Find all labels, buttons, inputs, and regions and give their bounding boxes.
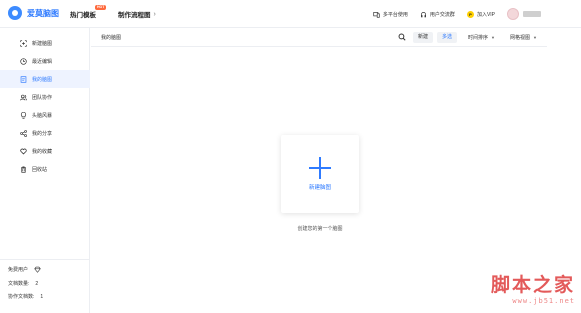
sidebar-item-label: 我的收藏	[32, 148, 53, 155]
document-icon	[20, 75, 27, 83]
diamond-icon[interactable]	[34, 266, 41, 273]
watermark: 脚本之家 www.jb51.net	[491, 270, 575, 305]
avatar[interactable]	[507, 8, 519, 20]
sidebar: 新建脑图 最近编辑 我的脑图 团队协作 头脑风暴 我的分享 我的收藏 回收站 免…	[0, 28, 90, 313]
watermark-url: www.jb51.net	[512, 297, 575, 305]
hot-badge: HOT	[95, 5, 107, 10]
sort-dropdown[interactable]: 时间排序 ▼	[468, 34, 495, 41]
join-vip-button[interactable]: P 加入VIP	[466, 10, 495, 18]
new-map-card[interactable]: 新建脑图	[281, 135, 359, 213]
username-redacted	[523, 11, 541, 17]
sidebar-item-shares[interactable]: 我的分享	[0, 124, 90, 142]
content-toolbar: 我的脑图 新建 多选 时间排序 ▼ 网格视图 ▼	[91, 28, 547, 47]
doc-count-value: 2	[35, 280, 39, 287]
nav-make-flowchart-label: 制作流程图	[118, 12, 151, 19]
sidebar-item-trash[interactable]: 回收站	[0, 160, 90, 178]
vip-icon: P	[466, 10, 474, 18]
user-group-link[interactable]: 用户交流群	[420, 11, 455, 18]
logo-text: 爱莫脑图	[27, 8, 59, 18]
headset-icon	[420, 11, 427, 18]
search-icon[interactable]	[398, 33, 406, 41]
new-map-icon	[20, 39, 27, 47]
caret-down-icon: ▼	[491, 35, 495, 40]
collab-count: 协作文档数: 1	[8, 293, 44, 301]
nav-hot-templates[interactable]: 热门模板 HOT	[70, 5, 107, 19]
sidebar-item-label: 我的脑图	[32, 76, 53, 83]
chevron-right-icon: ›	[153, 10, 156, 18]
user-type: 免费用户	[8, 266, 46, 273]
sidebar-item-new-map[interactable]: 新建脑图	[0, 34, 90, 52]
sidebar-item-team[interactable]: 团队协作	[0, 88, 90, 106]
sidebar-footer-divider	[0, 259, 90, 260]
nav-hot-templates-label: 热门模板	[70, 12, 96, 19]
doc-count-label: 文档数量:	[8, 281, 30, 287]
sidebar-item-label: 新建脑图	[32, 40, 53, 47]
nav-make-flowchart[interactable]: 制作流程图 ›	[118, 9, 156, 20]
sidebar-item-favorites[interactable]: 我的收藏	[0, 142, 90, 160]
sidebar-item-label: 头脑风暴	[32, 112, 53, 119]
plus-icon	[309, 157, 331, 179]
clock-icon	[20, 57, 27, 65]
sidebar-item-brainstorm[interactable]: 头脑风暴	[0, 106, 90, 124]
new-map-card-label: 新建脑图	[308, 185, 331, 191]
top-header: 爱莫脑图 热门模板 HOT 制作流程图 › 多平台使用 用户交流群 P 加入VI…	[0, 0, 581, 28]
lightbulb-icon	[20, 111, 27, 119]
breadcrumb: 我的脑图	[101, 35, 122, 41]
sidebar-item-my-maps[interactable]: 我的脑图	[0, 70, 90, 88]
join-vip-label: 加入VIP	[476, 11, 495, 18]
team-icon	[20, 94, 27, 101]
caret-down-icon: ▼	[533, 35, 537, 40]
view-dropdown[interactable]: 网格视图 ▼	[510, 34, 537, 41]
heart-icon	[20, 148, 27, 155]
multi-platform-link[interactable]: 多平台使用	[373, 11, 408, 18]
sort-dropdown-label: 时间排序	[468, 35, 489, 41]
multi-select-button[interactable]: 多选	[437, 32, 458, 43]
collab-count-label: 协作文档数:	[8, 294, 35, 300]
sidebar-item-recent[interactable]: 最近编辑	[0, 52, 90, 70]
sidebar-item-label: 回收站	[32, 166, 48, 173]
new-button[interactable]: 新建	[413, 32, 434, 43]
watermark-text: 脚本之家	[490, 274, 575, 296]
header-actions: 多平台使用 用户交流群 P 加入VIP	[361, 8, 541, 20]
devices-icon	[373, 11, 380, 18]
doc-count: 文档数量: 2	[8, 280, 39, 288]
sidebar-item-label: 我的分享	[32, 130, 53, 137]
sidebar-item-label: 最近编辑	[32, 58, 53, 65]
logo-icon	[8, 6, 22, 20]
empty-state-hint: 创建您的第一个脑图	[297, 226, 343, 232]
app-logo[interactable]: 爱莫脑图	[8, 6, 59, 20]
share-icon	[20, 129, 27, 137]
collab-count-value: 1	[40, 293, 44, 300]
top-nav: 热门模板 HOT 制作流程图 ›	[70, 5, 178, 20]
trash-icon	[20, 165, 27, 173]
view-dropdown-label: 网格视图	[510, 35, 531, 41]
multi-platform-label: 多平台使用	[382, 11, 408, 18]
user-type-label: 免费用户	[8, 267, 29, 273]
sidebar-item-label: 团队协作	[32, 94, 53, 101]
user-group-label: 用户交流群	[429, 11, 455, 18]
